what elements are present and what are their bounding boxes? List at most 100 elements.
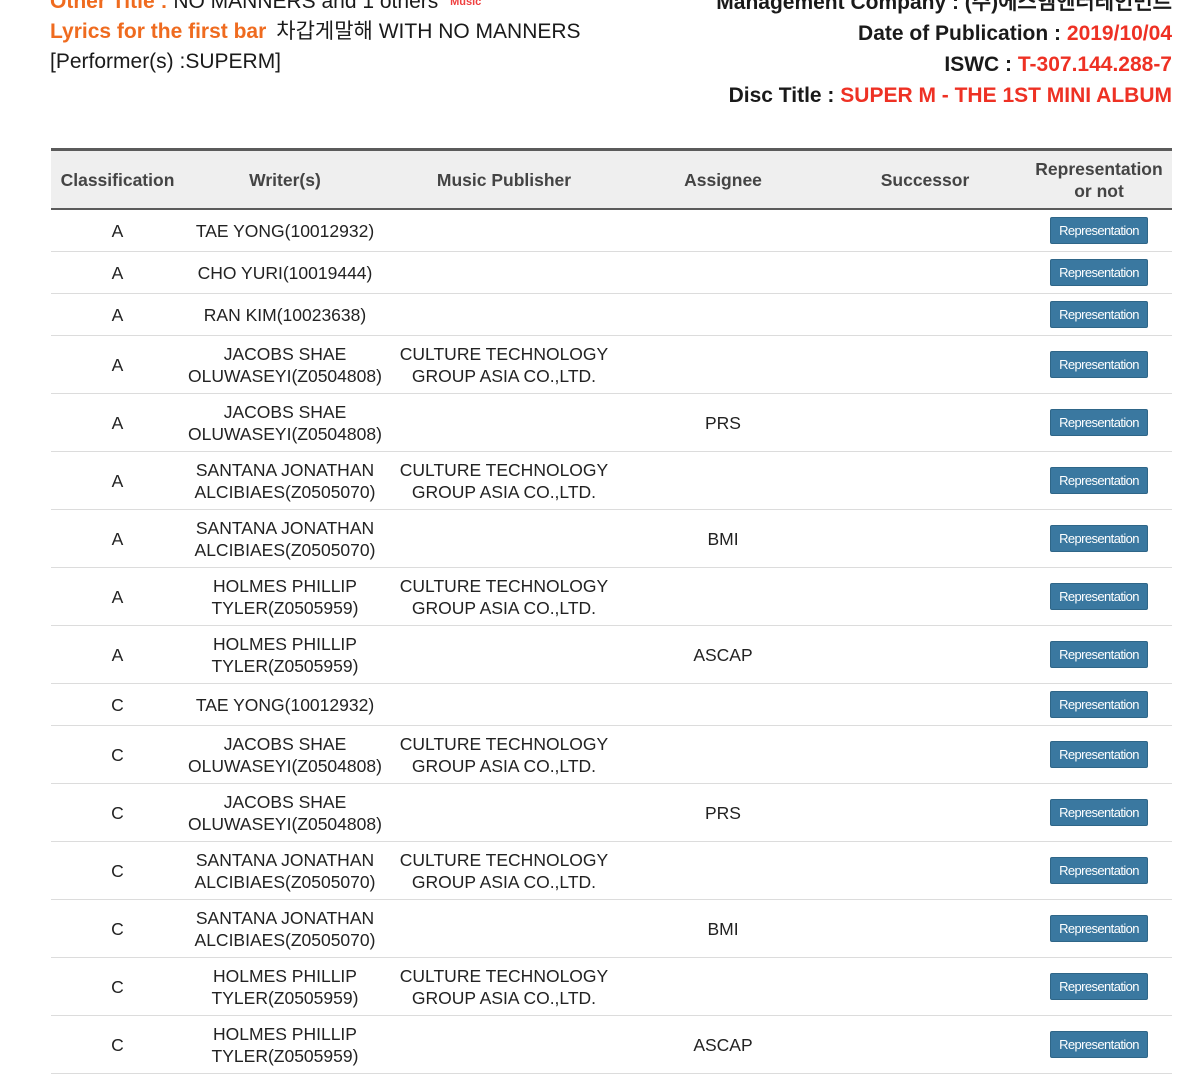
cell-representation: Representation — [1026, 209, 1172, 252]
cell-successor — [824, 451, 1026, 510]
cell-classification: C — [51, 683, 184, 726]
table-row: C SANTANA JONATHAN ALCIBIAES(Z0505070) CULT… — [51, 841, 1172, 900]
cell-writer-text: OLUWASEYI(Z0504808) — [188, 365, 382, 386]
cell-representation: Representation — [1026, 1015, 1172, 1074]
cell-assignee — [622, 683, 824, 726]
cell-classification-text: C — [111, 694, 124, 715]
cell-music-publisher-text: CULTURE TECHNOLOGY — [399, 733, 609, 754]
cell-writer: SANTANA JONATHAN ALCIBIAES(Z0505070) — [184, 451, 386, 510]
representation-button[interactable]: Representation — [1050, 409, 1148, 436]
lyrics-value: 차갑게말해 WITH NO MANNERS — [276, 20, 581, 43]
cell-classification: C — [51, 725, 184, 784]
cell-music-publisher — [386, 1015, 622, 1074]
representation-button[interactable]: Representation — [1050, 741, 1148, 768]
cell-music-publisher-text: GROUP ASIA CO.,LTD. — [411, 597, 597, 618]
cell-music-publisher-text: CULTURE TECHNOLOGY — [399, 459, 609, 480]
cell-writer: HOLMES PHILLIP TYLER(Z0505959) — [184, 625, 386, 684]
cell-successor — [824, 625, 1026, 684]
cell-music-publisher-text: CULTURE TECHNOLOGY — [399, 343, 609, 364]
representation-button[interactable]: Representation — [1050, 351, 1148, 378]
representation-button[interactable]: Representation — [1050, 583, 1148, 610]
cell-classification: A — [51, 393, 184, 452]
cell-writer-text: JACOBS SHAE — [223, 401, 347, 422]
cell-representation: Representation — [1026, 509, 1172, 568]
cell-writer-text: HOLMES PHILLIP — [213, 1023, 357, 1044]
table-row: C SANTANA JONATHAN ALCIBIAES(Z0505070) BMI R… — [51, 899, 1172, 958]
table-row: A CHO YURI(10019444) Representation — [51, 251, 1172, 294]
cell-writer-text: CHO YURI(10019444) — [197, 262, 373, 283]
cell-music-publisher-text: CULTURE TECHNOLOGY — [399, 965, 609, 986]
cell-assignee — [622, 251, 824, 294]
cell-representation: Representation — [1026, 567, 1172, 626]
cell-writer: SANTANA JONATHAN ALCIBIAES(Z0505070) — [184, 841, 386, 900]
representation-button[interactable]: Representation — [1050, 1031, 1148, 1058]
date-of-publication-line: Date of Publication : 2019/10/04 — [716, 18, 1172, 49]
cell-writer-text: HOLMES PHILLIP — [213, 965, 357, 986]
cell-writer: RAN KIM(10023638) — [184, 293, 386, 336]
cell-music-publisher — [386, 509, 622, 568]
table-row: A RAN KIM(10023638) Representation — [51, 293, 1172, 336]
cell-representation: Representation — [1026, 335, 1172, 394]
cell-classification: A — [51, 251, 184, 294]
cell-writer-text: OLUWASEYI(Z0504808) — [188, 755, 382, 776]
cell-music-publisher — [386, 683, 622, 726]
table-row: A HOLMES PHILLIP TYLER(Z0505959) ASCAP Repre… — [51, 625, 1172, 684]
management-company-line: Management Company : (주)에스엠엔터테인먼트 — [716, 0, 1172, 18]
cell-successor — [824, 251, 1026, 294]
cell-writer: TAE YONG(10012932) — [184, 683, 386, 726]
cell-music-publisher — [386, 899, 622, 958]
representation-button[interactable]: Representation — [1050, 915, 1148, 942]
cell-successor — [824, 725, 1026, 784]
cell-representation: Representation — [1026, 251, 1172, 294]
cell-writer: TAE YONG(10012932) — [184, 209, 386, 252]
representation-button[interactable]: Representation — [1050, 799, 1148, 826]
representation-button[interactable]: Representation — [1050, 525, 1148, 552]
cell-successor — [824, 293, 1026, 336]
representation-button[interactable]: Representation — [1050, 259, 1148, 286]
table-row: A JACOBS SHAE OLUWASEYI(Z0504808) PRS Repres… — [51, 393, 1172, 452]
cell-writer-text: TAE YONG(10012932) — [195, 694, 375, 715]
cell-music-publisher-text: GROUP ASIA CO.,LTD. — [411, 481, 597, 502]
cell-writer: JACOBS SHAE OLUWASEYI(Z0504808) — [184, 725, 386, 784]
cell-classification: A — [51, 293, 184, 336]
table-header-row: Classification Writer(s) Music Publisher… — [51, 148, 1172, 210]
cell-classification-text: A — [111, 470, 124, 491]
cell-writer-text: RAN KIM(10023638) — [203, 304, 367, 325]
cell-assignee — [622, 567, 824, 626]
representation-button[interactable]: Representation — [1050, 973, 1148, 1000]
cell-music-publisher — [386, 251, 622, 294]
cell-writer: JACOBS SHAE OLUWASEYI(Z0504808) — [184, 335, 386, 394]
cell-classification-text: A — [111, 644, 124, 665]
cell-assignee-text: ASCAP — [693, 644, 753, 665]
representation-button[interactable]: Representation — [1050, 217, 1148, 244]
cell-writer-text: ALCIBIAES(Z0505070) — [194, 481, 376, 502]
cell-writer-text: TYLER(Z0505959) — [211, 1045, 359, 1066]
performer-line: [Performer(s) :SUPERM] — [50, 50, 282, 73]
representation-button[interactable]: Representation — [1050, 691, 1148, 718]
representation-button[interactable]: Representation — [1050, 641, 1148, 668]
cell-assignee: BMI — [622, 509, 824, 568]
cell-music-publisher — [386, 783, 622, 842]
other-title-label: Other Title : — [50, 0, 168, 13]
work-info-left: Other Title : NO MANNERS and 1 others Mu… — [50, 0, 581, 77]
cell-music-publisher: CULTURE TECHNOLOGY GROUP ASIA CO.,LTD. — [386, 567, 622, 626]
cell-classification: A — [51, 625, 184, 684]
cell-representation: Representation — [1026, 451, 1172, 510]
cell-writer-text: OLUWASEYI(Z0504808) — [188, 423, 382, 444]
cell-representation: Representation — [1026, 393, 1172, 452]
iswc-value: T-307.144.288-7 — [1017, 53, 1172, 76]
cell-assignee — [622, 957, 824, 1016]
col-representation-line2: or not — [1074, 180, 1124, 201]
disc-label: Disc Title : — [728, 84, 835, 107]
cell-writer-text: TYLER(Z0505959) — [211, 655, 359, 676]
representation-button[interactable]: Representation — [1050, 467, 1148, 494]
disc-title-line: Disc Title : SUPER M - THE 1ST MINI ALBU… — [716, 80, 1172, 111]
cell-classification: C — [51, 783, 184, 842]
other-title-line: Other Title : NO MANNERS and 1 others Mu… — [50, 0, 581, 17]
cell-assignee — [622, 209, 824, 252]
disc-value: SUPER M - THE 1ST MINI ALBUM — [840, 84, 1172, 107]
representation-button[interactable]: Representation — [1050, 301, 1148, 328]
representation-button[interactable]: Representation — [1050, 857, 1148, 884]
col-writers: Writer(s) — [184, 148, 386, 210]
cell-assignee — [622, 841, 824, 900]
